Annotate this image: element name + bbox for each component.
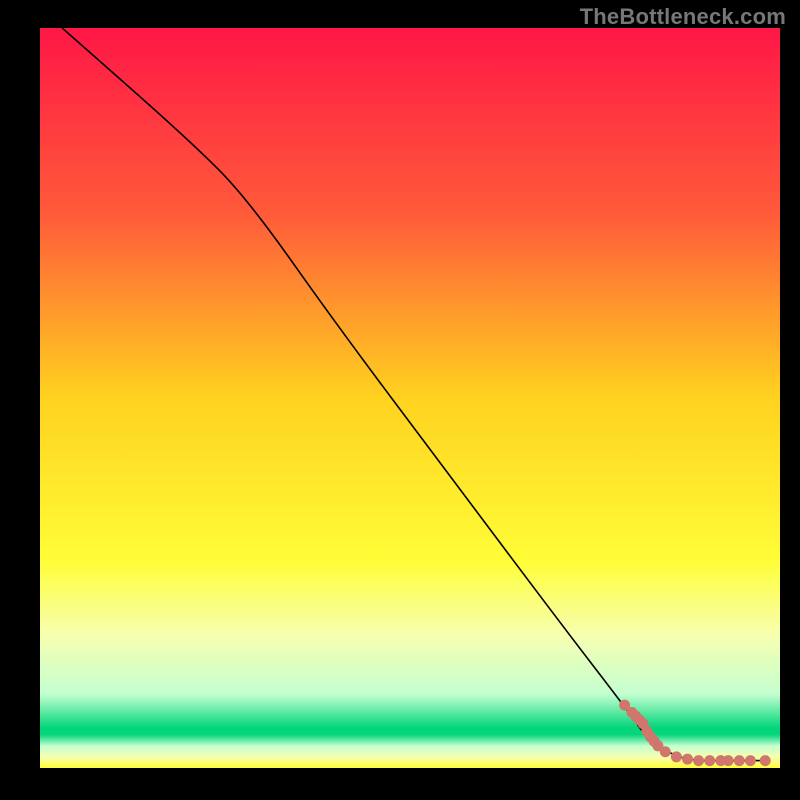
highlight-point bbox=[723, 755, 734, 766]
chart-root: TheBottleneck.com bbox=[0, 0, 800, 800]
chart-svg bbox=[40, 28, 780, 768]
highlight-point bbox=[704, 755, 715, 766]
plot-area bbox=[40, 28, 780, 768]
highlight-point bbox=[682, 754, 693, 765]
watermark-text: TheBottleneck.com bbox=[580, 4, 786, 30]
background-gradient-rect bbox=[40, 28, 780, 768]
highlight-point bbox=[671, 751, 682, 762]
highlight-point bbox=[660, 746, 671, 757]
highlight-point bbox=[745, 755, 756, 766]
highlight-point bbox=[760, 755, 771, 766]
highlight-point bbox=[693, 755, 704, 766]
highlight-point bbox=[734, 755, 745, 766]
